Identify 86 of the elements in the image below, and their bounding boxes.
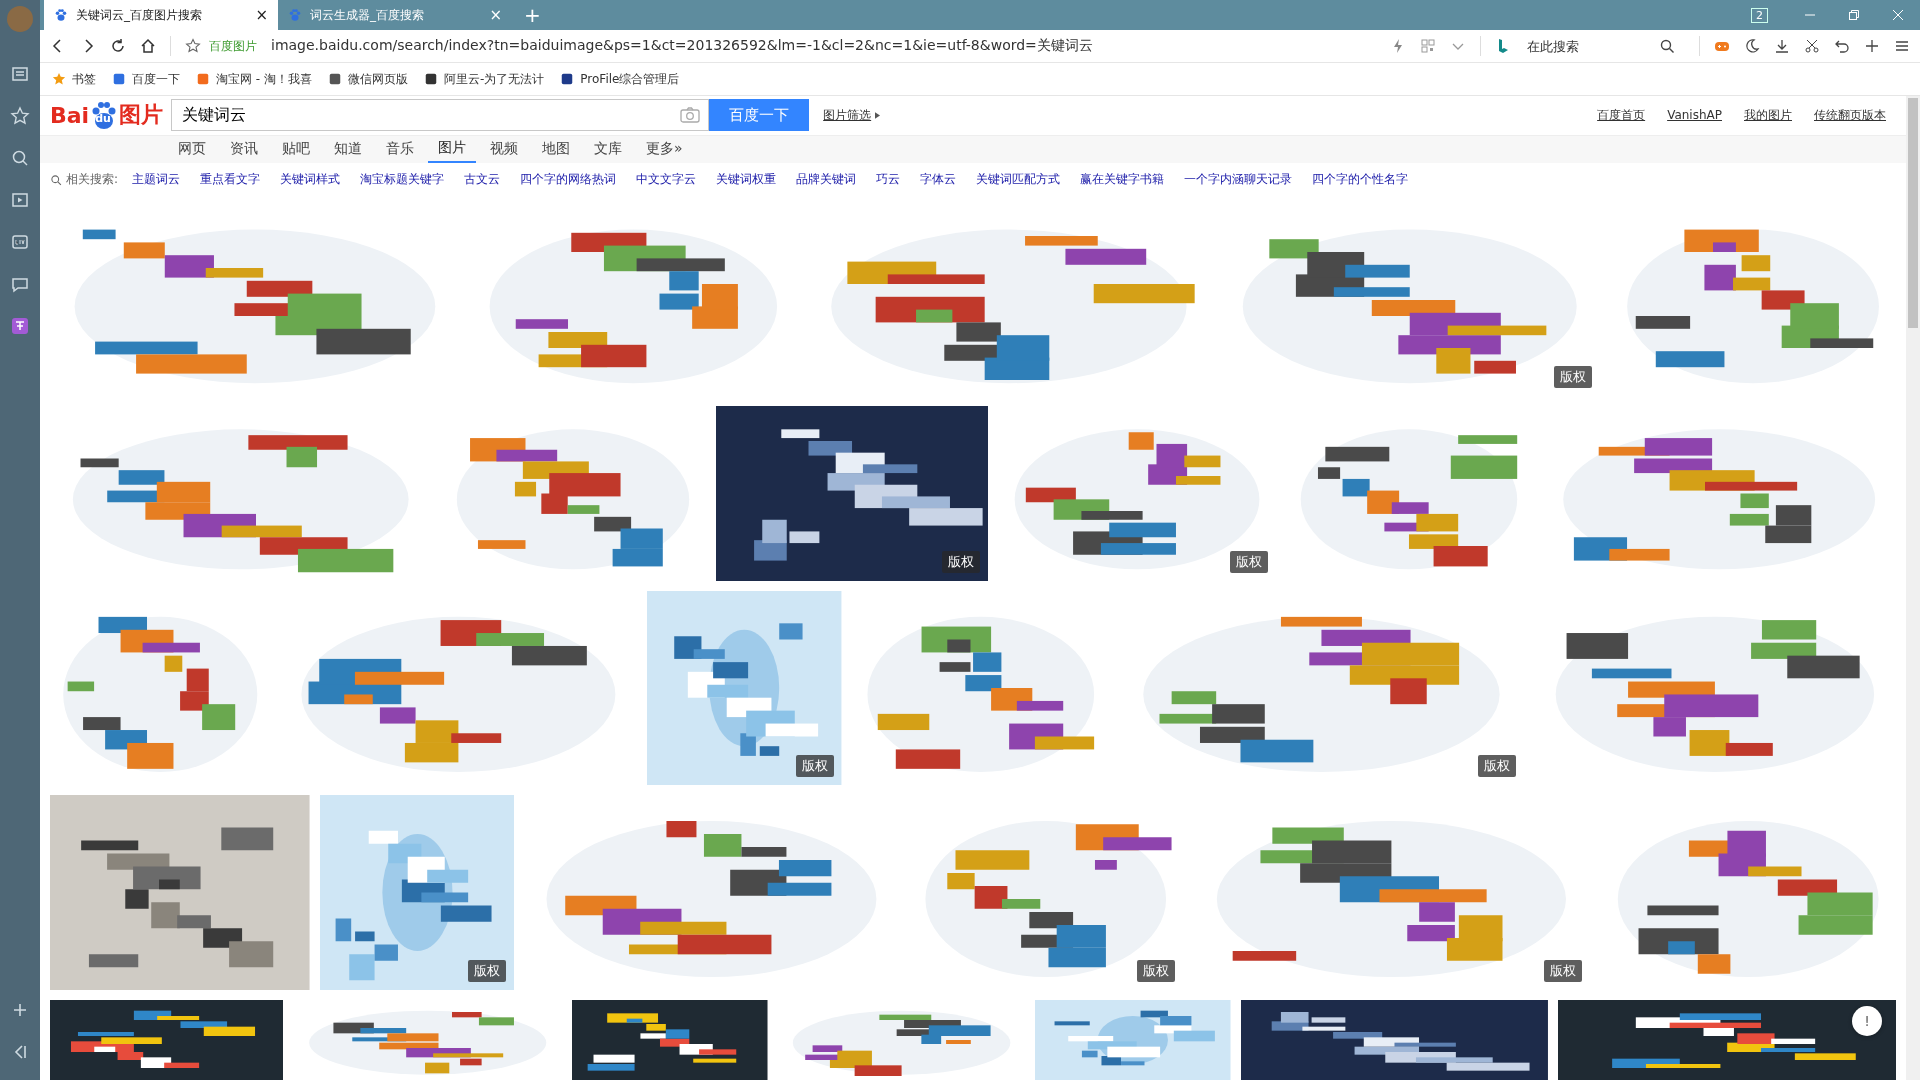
bookmark-item[interactable]: 书签 — [52, 70, 96, 88]
copyright-badge: 版权 — [941, 551, 980, 573]
bookmark-icon — [327, 72, 342, 86]
related-link[interactable]: 品牌关键词 — [796, 171, 857, 188]
paw-icon — [54, 8, 68, 22]
related-link[interactable]: 古文云 — [464, 171, 501, 188]
copyright-badge: 版权 — [1543, 960, 1582, 982]
top-link[interactable]: VanishAP — [1667, 108, 1722, 123]
nav-tab[interactable]: 地图 — [532, 135, 580, 163]
related-link[interactable]: 四个字的网络热词 — [520, 171, 617, 188]
news-icon[interactable] — [10, 64, 30, 84]
scissors-icon[interactable] — [1804, 38, 1820, 54]
related-link[interactable]: 重点看文字 — [200, 171, 261, 188]
search-button[interactable]: 百度一下 — [709, 99, 810, 132]
filter-link[interactable]: 图片筛选 — [823, 106, 872, 124]
tab-count[interactable]: 2 — [1751, 7, 1768, 23]
bookmark-item[interactable]: 淘宝网 - 淘！我喜 — [196, 70, 312, 88]
translate-icon[interactable] — [10, 316, 30, 336]
nav-tab[interactable]: 音乐 — [376, 135, 424, 163]
tab-close-button[interactable]: × — [255, 6, 268, 24]
related-link[interactable]: 字体云 — [920, 171, 957, 188]
bookmark-icon — [196, 72, 210, 86]
related-link[interactable]: 关键词样式 — [280, 171, 341, 188]
caret-right-icon — [875, 111, 881, 119]
nav-tab[interactable]: 更多» — [636, 135, 693, 163]
scrollbar-thumb[interactable] — [1908, 98, 1918, 328]
copyright-badge: 版权 — [795, 755, 834, 777]
tab-close-button[interactable]: × — [489, 6, 502, 24]
undo-icon[interactable] — [1834, 38, 1850, 54]
bookmark-item[interactable]: 微信网页版 — [327, 70, 408, 88]
copyright-badge: 版权 — [1229, 551, 1268, 573]
nav-tab[interactable]: 图片 — [428, 135, 476, 163]
download-icon[interactable] — [1774, 38, 1790, 54]
bookmark-item[interactable]: ProFile综合管理后 — [560, 70, 680, 88]
plus-icon[interactable] — [1864, 38, 1880, 54]
menu-icon[interactable] — [1894, 38, 1910, 54]
related-link[interactable]: 一个字内涵聊天记录 — [1184, 171, 1293, 188]
reload-icon[interactable] — [110, 38, 126, 54]
bookmark-icon — [560, 72, 575, 86]
nav-tab[interactable]: 视频 — [480, 135, 528, 163]
tab-title: 关键词云_百度图片搜索 — [76, 6, 203, 24]
search-icon[interactable] — [1659, 38, 1675, 54]
related-link[interactable]: 巧云 — [876, 171, 901, 188]
bookmark-icon — [423, 72, 438, 86]
top-link[interactable]: 百度首页 — [1597, 106, 1646, 124]
moon-icon[interactable] — [1744, 38, 1760, 54]
restore-icon[interactable] — [1848, 9, 1860, 21]
search-field[interactable]: 关键词云 — [171, 99, 710, 132]
related-link[interactable]: 关键词匹配方式 — [976, 171, 1061, 188]
search-icon — [50, 173, 62, 186]
nav-tab[interactable]: 文库 — [584, 135, 632, 163]
video-icon[interactable] — [10, 190, 30, 210]
top-link[interactable]: 我的图片 — [1744, 106, 1792, 124]
star-icon[interactable] — [185, 38, 201, 54]
browser-tab[interactable]: 词云生成器_百度搜索 × — [278, 0, 512, 30]
site-label: 百度图片 — [209, 37, 257, 55]
qr-code-icon[interactable] — [1420, 38, 1436, 54]
close-icon[interactable] — [1892, 9, 1904, 21]
related-link[interactable]: 中文文字云 — [636, 171, 697, 188]
home-icon[interactable] — [140, 38, 156, 54]
copyright-badge: 版权 — [1478, 755, 1517, 777]
nav-tab[interactable]: 资讯 — [220, 135, 268, 163]
related-link[interactable]: 主题词云 — [132, 171, 181, 188]
tab-title: 词云生成器_百度搜索 — [310, 6, 425, 24]
star-icon — [52, 72, 66, 86]
copyright-badge: 版权 — [468, 960, 507, 982]
bookmark-icon — [112, 72, 126, 86]
related-label: 相关搜索: — [66, 171, 119, 188]
related-link[interactable]: 淘宝标题关键字 — [360, 171, 445, 188]
related-link[interactable]: 四个字的个性名字 — [1312, 171, 1409, 188]
related-link[interactable]: 关键词权重 — [716, 171, 777, 188]
search-icon[interactable] — [10, 148, 30, 168]
paw-icon — [288, 8, 302, 22]
new-tab-button[interactable]: + — [512, 3, 553, 27]
related-link[interactable]: 赢在关键字书籍 — [1080, 171, 1165, 188]
bookmark-item[interactable]: 百度一下 — [112, 70, 180, 88]
nav-tab[interactable]: 贴吧 — [272, 135, 320, 163]
copyright-badge: 版权 — [1553, 366, 1592, 388]
url-field[interactable]: image.baidu.com/search/index?tn=baiduimage&ps=1&ct=201326592&lm=-1&cl=2&nc=1&ie=utf-8&word=关键词云 — [271, 37, 1376, 55]
copyright-badge: 版权 — [1136, 960, 1175, 982]
top-link[interactable]: 传统翻页版本 — [1814, 106, 1886, 124]
browser-tab[interactable]: 关键词云_百度图片搜索 × — [44, 0, 278, 30]
bookmark-item[interactable]: 阿里云-为了无法计 — [423, 70, 545, 88]
nav-tab[interactable]: 网页 — [168, 135, 216, 163]
baidu-logo[interactable]: Bai du 图片 — [50, 100, 164, 131]
nav-tab[interactable]: 知道 — [324, 135, 372, 163]
